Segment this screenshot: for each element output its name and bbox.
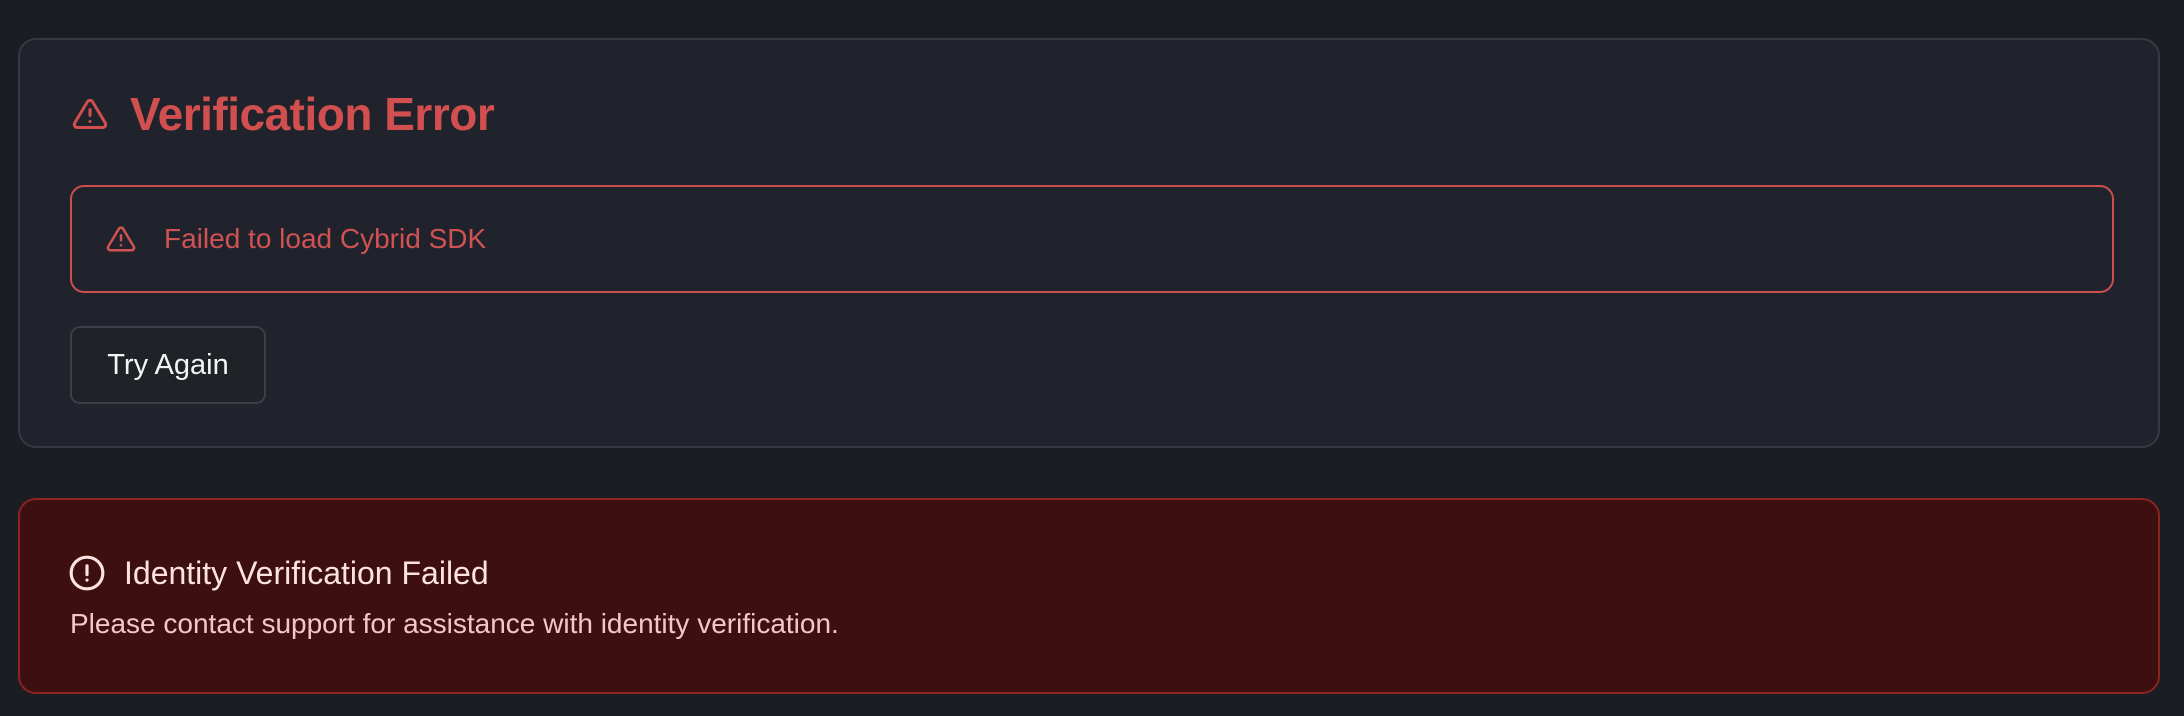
- identity-failure-notice: Identity Verification Failed Please cont…: [18, 498, 2160, 694]
- error-alert-message: Failed to load Cybrid SDK: [164, 223, 487, 254]
- failure-heading: Identity Verification Failed: [68, 552, 489, 594]
- failure-message: Please contact support for assistance wi…: [70, 608, 839, 639]
- try-again-button[interactable]: Try Again: [70, 326, 266, 404]
- alert-circle-icon: [68, 554, 106, 592]
- error-alert: Failed to load Cybrid SDK: [70, 185, 2114, 293]
- page-title: Verification Error: [130, 88, 495, 140]
- warning-triangle-icon: [70, 94, 110, 134]
- verification-error-card: Verification Error Failed to load Cybrid…: [18, 38, 2160, 448]
- page: Verification Error Failed to load Cybrid…: [0, 0, 2184, 716]
- failure-heading-text: Identity Verification Failed: [124, 554, 489, 591]
- card-header: Verification Error: [70, 84, 495, 144]
- warning-triangle-icon: [104, 222, 138, 256]
